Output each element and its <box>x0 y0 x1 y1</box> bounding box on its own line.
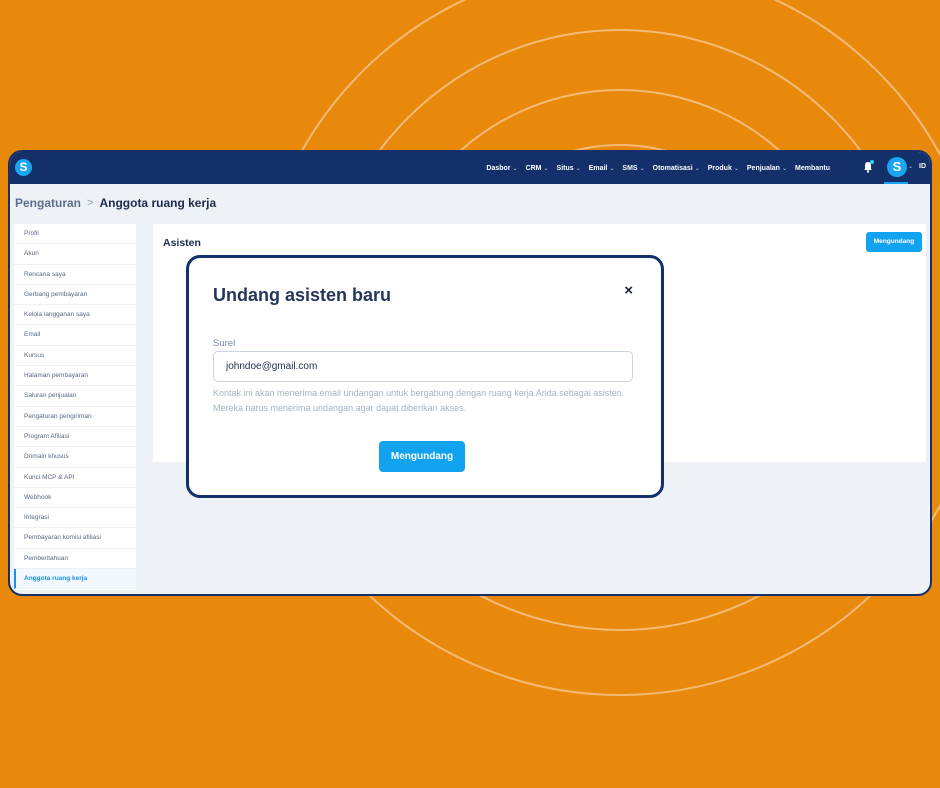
sidebar-item[interactable]: Email <box>14 325 136 346</box>
nav-item-label: Situs <box>556 164 574 172</box>
email-field[interactable] <box>213 351 633 382</box>
settings-sidebar: Profil Akun Rencana saya Gerbang pembayaran… <box>14 224 136 590</box>
nav-item-label: Otomatisasi <box>652 164 693 172</box>
nav-item-label: Penjualan <box>746 164 780 172</box>
chevron-down-icon: ⌄ <box>639 165 645 172</box>
sidebar-item[interactable]: Anggota ruang kerja <box>14 569 136 590</box>
sidebar-item[interactable]: Pengaturan pengiriman <box>14 407 136 427</box>
sidebar-item[interactable]: Saluran penjualan <box>14 386 136 407</box>
chevron-down-icon: ⌄ <box>694 165 700 172</box>
breadcrumb: Pengaturan > Anggota ruang kerja <box>15 196 216 210</box>
email-help-text: Kontak ini akan menerima email undangan … <box>213 388 625 413</box>
nav-item-crm[interactable]: CRM ⌄ <box>526 165 549 172</box>
sidebar-item[interactable]: Webhook <box>14 488 136 509</box>
sidebar-item[interactable]: Gerbang pembayaran <box>14 285 136 306</box>
chevron-down-icon: ⌄ <box>609 165 615 172</box>
chevron-down-icon: ⌄ <box>512 165 518 172</box>
nav-item-label: Produk <box>707 164 732 172</box>
chevron-down-icon: ⌄ <box>543 165 549 172</box>
chevron-down-icon[interactable]: ⌄ <box>908 163 913 170</box>
sidebar-item[interactable]: Pembayaran komisi afiliasi <box>14 528 136 549</box>
sidebar-item[interactable]: Rencana saya <box>14 265 136 285</box>
invite-button[interactable]: Mengundang <box>866 232 922 252</box>
nav-item-label: Membantu <box>795 164 830 172</box>
sidebar-item[interactable]: Pemberitahuan <box>14 549 136 570</box>
chevron-down-icon: ⌄ <box>733 165 739 172</box>
sidebar-item[interactable]: Kursus <box>14 346 136 367</box>
sidebar-item[interactable]: Integrasi <box>14 508 136 529</box>
top-navigation-bar: S Dasbor ⌄ CRM ⌄ Situs ⌄ Email ⌄ SMS ⌄ Otomatisasi… <box>10 152 930 184</box>
language-selector[interactable]: ID <box>919 163 926 170</box>
sidebar-item[interactable]: Profil <box>14 224 136 245</box>
nav-item-label: SMS <box>622 164 638 172</box>
sidebar-item[interactable]: Kelola langganan saya <box>14 305 136 326</box>
breadcrumb-separator: > <box>87 197 94 209</box>
breadcrumb-parent[interactable]: Pengaturan <box>15 196 81 210</box>
app-logo[interactable]: S <box>15 159 32 176</box>
nav-item-label: Email <box>588 164 608 172</box>
nav-item-otomatisasi[interactable]: Otomatisasi ⌄ <box>653 165 700 172</box>
nav-item-sms[interactable]: SMS ⌄ <box>622 165 644 172</box>
nav-item-label: Dasbor <box>486 164 511 172</box>
breadcrumb-current: Anggota ruang kerja <box>99 196 217 210</box>
user-avatar[interactable]: S <box>887 157 907 177</box>
nav-item-produk[interactable]: Produk ⌄ <box>708 165 739 172</box>
sidebar-item[interactable]: Kunci MCP & API <box>14 468 136 488</box>
main-nav: Dasbor ⌄ CRM ⌄ Situs ⌄ Email ⌄ SMS ⌄ Otomatisasi ⌄ P… <box>486 152 830 184</box>
submit-invite-button[interactable]: Mengundang <box>379 441 465 472</box>
close-icon[interactable]: × <box>624 282 633 299</box>
nav-item-situs[interactable]: Situs ⌄ <box>557 165 581 172</box>
sidebar-item[interactable]: Program Afiliasi <box>14 427 136 448</box>
nav-item-penjualan[interactable]: Penjualan ⌄ <box>747 165 787 172</box>
sidebar-item[interactable]: Akun <box>14 244 136 265</box>
nav-item-email[interactable]: Email ⌄ <box>589 165 615 172</box>
avatar-active-underline <box>884 182 908 184</box>
panel-title: Asisten <box>163 237 201 249</box>
invite-assistant-modal: Undang asisten baru × Surel Kontak ini a… <box>186 255 664 498</box>
notification-dot <box>870 160 874 164</box>
nav-item-label: CRM <box>525 164 542 172</box>
nav-item-dasbor[interactable]: Dasbor ⌄ <box>486 165 517 172</box>
sidebar-item[interactable]: Domain khusus <box>14 447 136 468</box>
email-field-label: Surel <box>213 338 236 349</box>
sidebar-item[interactable]: Halaman pembayaran <box>14 366 136 387</box>
chevron-down-icon: ⌄ <box>575 165 581 172</box>
nav-item-membantu[interactable]: Membantu <box>795 165 830 172</box>
modal-title: Undang asisten baru <box>213 285 392 305</box>
chevron-down-icon: ⌄ <box>781 165 787 172</box>
